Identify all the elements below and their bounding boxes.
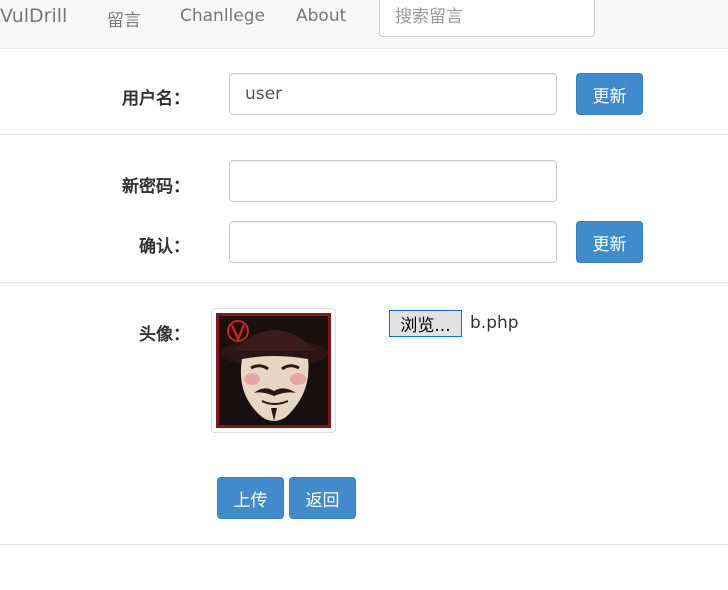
browse-file-button[interactable]: 浏览...	[389, 310, 462, 337]
username-label: 用户名：	[122, 89, 190, 109]
navbar: VulDrill 留言 Chanllege About	[0, 0, 728, 49]
new-password-label: 新密码：	[122, 177, 190, 197]
back-button[interactable]: 返回	[289, 477, 356, 519]
nav-link-messages[interactable]: 留言	[107, 6, 141, 31]
search-input[interactable]	[379, 0, 595, 37]
confirm-password-label: 确认：	[139, 237, 190, 257]
username-field[interactable]	[229, 73, 557, 115]
confirm-password-field[interactable]	[229, 221, 557, 263]
divider	[0, 134, 728, 135]
avatar-label: 头像：	[139, 325, 190, 345]
nav-link-about[interactable]: About	[296, 6, 346, 26]
nav-link-challenge[interactable]: Chanllege	[180, 6, 265, 26]
divider	[0, 282, 728, 283]
anonymous-mask-avatar-icon	[216, 313, 331, 428]
update-username-button[interactable]: 更新	[576, 73, 643, 115]
update-password-button[interactable]: 更新	[576, 221, 643, 263]
avatar	[211, 308, 336, 433]
upload-button[interactable]: 上传	[217, 477, 284, 519]
selected-file-name: b.php	[470, 313, 519, 333]
brand-link[interactable]: VulDrill	[0, 5, 67, 27]
divider	[0, 544, 728, 545]
new-password-field[interactable]	[229, 160, 557, 202]
